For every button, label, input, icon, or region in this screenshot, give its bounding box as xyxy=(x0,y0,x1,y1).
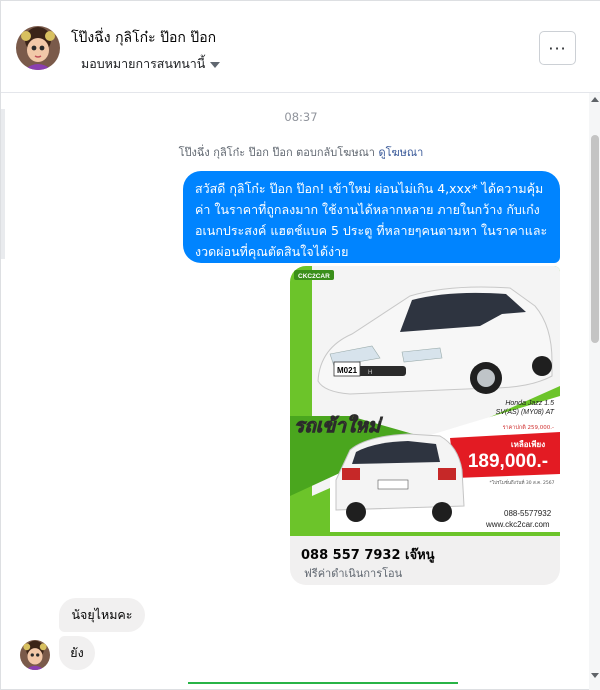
ad-card-subtitle: ฟรีค่าดำเนินการโอน xyxy=(304,567,403,580)
contact-avatar[interactable] xyxy=(16,26,60,70)
message-timestamp: 08:37 xyxy=(284,110,318,124)
scroll-thumb[interactable] xyxy=(591,135,599,343)
more-options-button[interactable]: ··· xyxy=(539,31,576,65)
caret-down-icon xyxy=(210,61,221,68)
ad-promo-note: *โปรโมชั่นถึงวันที่ 30 ส.ค. 2567 xyxy=(489,479,554,486)
ad-price-label: เหลือเพียง xyxy=(511,439,545,449)
assign-conversation-dropdown[interactable]: มอบหมายการสนทนานี้ xyxy=(81,54,221,74)
ad-phone: 088-5577932 xyxy=(504,509,552,518)
ad-website: www.ckc2car.com xyxy=(485,520,550,529)
ad-model-sub: SV(AS) (MY08) AT xyxy=(496,409,555,416)
conversation-window: โป๊งฉึ่ง กุลิโก๋ะ ป๊อก ป๊อก มอบหมายการสน… xyxy=(0,0,600,690)
scroll-up-arrow-icon[interactable] xyxy=(591,97,599,102)
contact-name: โป๊งฉึ่ง กุลิโก๋ะ ป๊อก ป๊อก xyxy=(71,30,217,46)
assign-conversation-label: มอบหมายการสนทนานี้ xyxy=(81,56,206,71)
ad-card[interactable]: CKC2CAR H M021 รถเข้าใหม่ Honda Jazz 1.5… xyxy=(290,266,560,585)
incoming-message-bubble: นัจยุไหมคะ xyxy=(59,598,145,632)
view-ad-link[interactable]: ดูโฆษณา xyxy=(378,146,423,159)
thread-scrollbar[interactable] xyxy=(589,93,600,690)
ad-headline: รถเข้าใหม่ xyxy=(294,414,383,437)
left-edge-shade xyxy=(1,109,5,259)
scroll-down-arrow-icon[interactable] xyxy=(591,673,599,678)
incoming-message-bubble: ยัง xyxy=(59,636,95,670)
ad-old-price: ราคาปกติ 259,000.- xyxy=(503,424,554,431)
svg-text:H: H xyxy=(368,370,372,376)
typing-progress-line xyxy=(188,682,458,684)
ad-reply-notice-text: โป๊งฉึ่ง กุลิโก๋ะ ป๊อก ป๊อก ตอบกลับโฆษณา xyxy=(178,146,375,159)
ad-plate-text: M021 xyxy=(337,366,358,375)
ad-reply-notice: โป๊งฉึ่ง กุลิโก๋ะ ป๊อก ป๊อก ตอบกลับโฆษณา… xyxy=(1,143,600,161)
outgoing-message-bubble: สวัสดี กุลิโก๋ะ ป๊อก ป๊อก! เข้าใหม่ ผ่อน… xyxy=(183,171,560,263)
ad-brand-text: CKC2CAR xyxy=(298,273,330,280)
ad-price: 189,000.- xyxy=(468,451,548,472)
conversation-header: โป๊งฉึ่ง กุลิโก๋ะ ป๊อก ป๊อก มอบหมายการสน… xyxy=(1,1,600,93)
message-thread: 08:37 โป๊งฉึ่ง กุลิโก๋ะ ป๊อก ป๊อก ตอบกลั… xyxy=(1,93,600,690)
sender-avatar[interactable] xyxy=(20,640,50,670)
ad-card-title: 088 557 7932 เจ๊หนู xyxy=(301,548,435,563)
ad-image[interactable]: CKC2CAR H M021 รถเข้าใหม่ Honda Jazz 1.5… xyxy=(290,266,560,536)
ad-model: Honda Jazz 1.5 xyxy=(505,400,554,407)
